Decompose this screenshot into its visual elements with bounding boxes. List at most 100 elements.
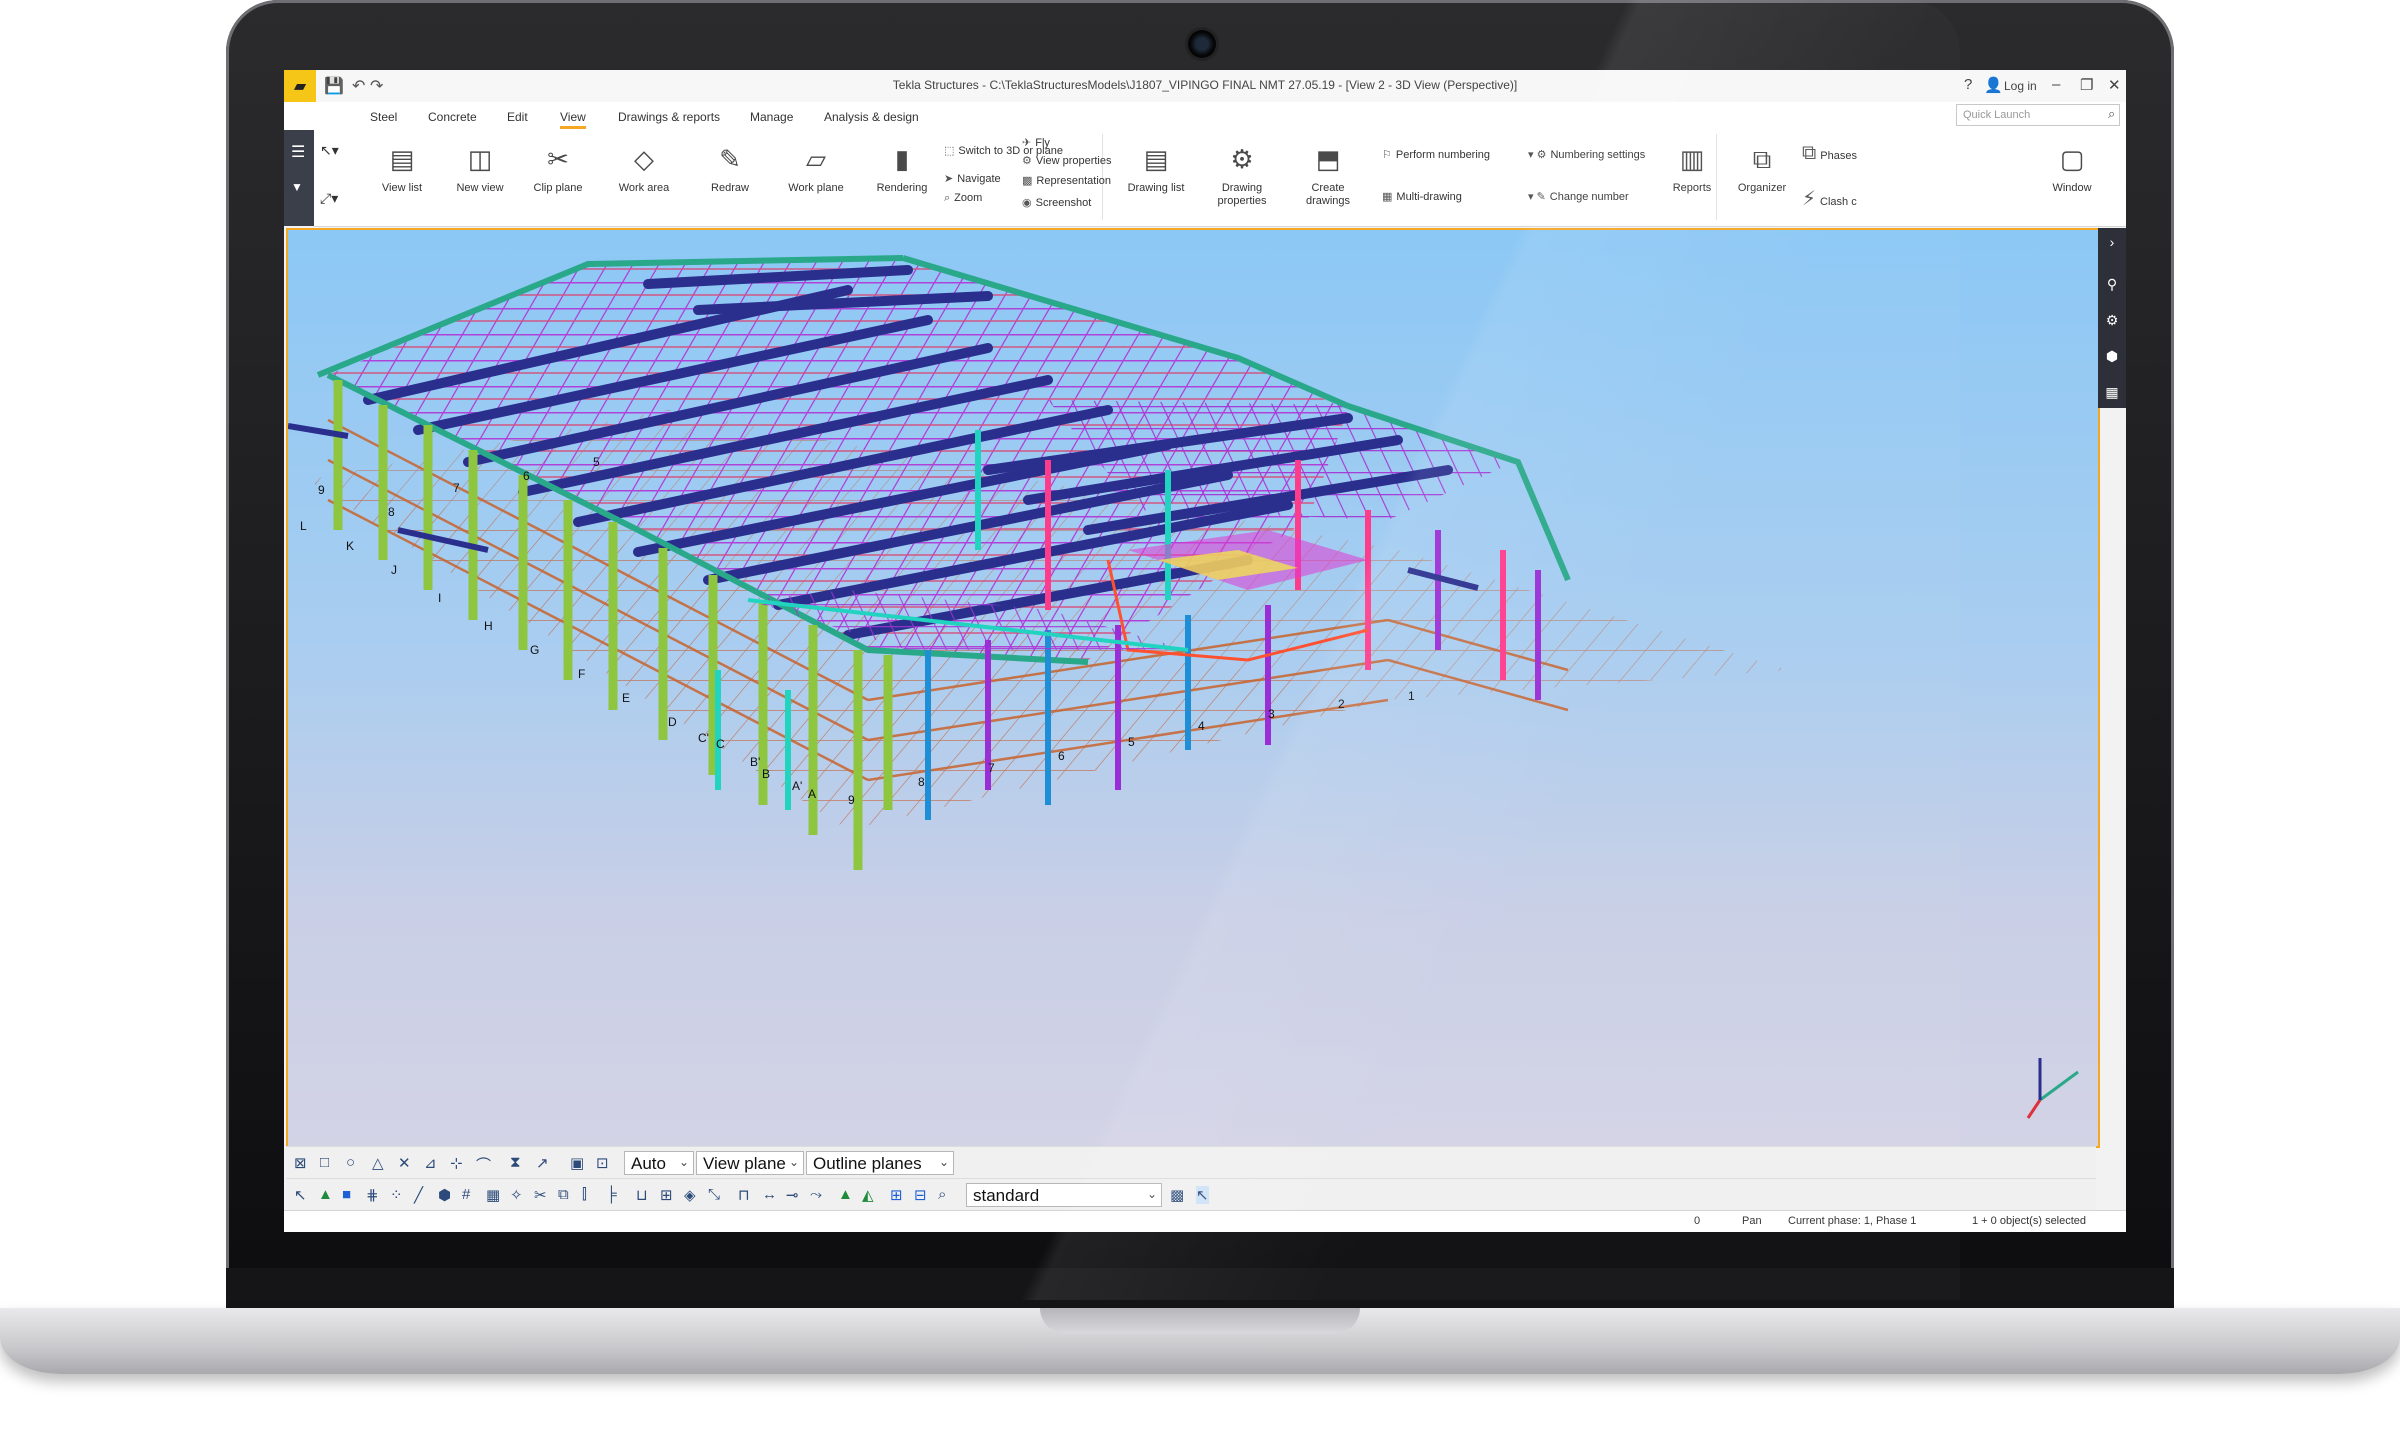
user-icon[interactable]: 👤 [1984, 76, 2003, 94]
tab-analysis-design[interactable]: Analysis & design [824, 110, 919, 124]
select-bolts-icon[interactable]: ⫿ [582, 1186, 587, 1203]
chevron-right-icon[interactable]: › [2098, 234, 2126, 250]
snap-arrow-icon[interactable]: ⤢▾ [320, 190, 338, 207]
snap-geometry-icon[interactable]: ⊡ [596, 1154, 609, 1172]
work-plane-button[interactable]: ▱ Work plane [776, 134, 856, 195]
zoom-button[interactable]: ⌕ Zoom [944, 192, 982, 205]
clip-plane-button[interactable]: ✂ Clip plane [518, 134, 598, 195]
tab-view[interactable]: View [560, 110, 586, 129]
select-connection-icon[interactable]: ⊞ [660, 1186, 673, 1204]
select-group-icon[interactable]: ⊟ [914, 1186, 927, 1204]
numbering-settings-button[interactable]: ▾ ⚙ Numbering settings [1528, 148, 1645, 161]
select-assemblies-icon[interactable]: ▲ [838, 1186, 853, 1203]
select-welds-icon[interactable]: ✧ [510, 1186, 523, 1204]
drawing-list-button[interactable]: ▤ Drawing list [1116, 134, 1196, 195]
tab-drawings-reports[interactable]: Drawings & reports [618, 110, 720, 124]
3d-viewport[interactable]: L K J I H G F E D C' C B' B A' A 9 8 7 6… [286, 228, 2100, 1148]
menu-icon[interactable]: ☰ [291, 142, 305, 162]
selection-filter-select[interactable]: standard ⌄ [966, 1183, 1162, 1207]
create-drawings-button[interactable]: ⬒ Create drawings [1288, 134, 1368, 208]
structure-model[interactable]: L K J I H G F E D C' C B' B A' A 9 8 7 6… [288, 230, 2098, 1146]
select-points-icon[interactable]: ⁘ [390, 1186, 403, 1204]
screenshot-button[interactable]: ◉ Screenshot [1022, 196, 1091, 209]
perform-numbering-button[interactable]: ⚐ Perform numbering [1382, 148, 1490, 161]
redraw-icon: ✎ [719, 144, 741, 174]
pointer-mode-icon[interactable]: ↖ [1196, 1186, 1209, 1204]
snap-midpoint-icon[interactable]: ⧗ [510, 1154, 521, 1171]
snap-plane-select[interactable]: View plane ⌄ [696, 1151, 804, 1175]
snap-circle-icon[interactable]: ○ [346, 1154, 355, 1171]
grid-icon[interactable]: ▦ [2098, 384, 2126, 401]
select-all-icon[interactable]: ↖ [294, 1186, 307, 1204]
search-icon[interactable]: ⌕ [2108, 106, 2115, 122]
select-surfaces-icon[interactable]: ■ [342, 1186, 351, 1203]
tab-manage[interactable]: Manage [750, 110, 793, 124]
rendering-button[interactable]: ▮ Rendering [862, 134, 942, 195]
view-list-button[interactable]: ▤ View list [362, 134, 442, 195]
redraw-button[interactable]: ✎ Redraw [690, 134, 770, 195]
select-span-icon[interactable]: ↔ [762, 1186, 777, 1203]
window-title: Tekla Structures - C:\TeklaStructuresMod… [892, 78, 1518, 92]
select-grid-square-icon[interactable]: ⊞ [890, 1186, 903, 1204]
snap-settings-icon[interactable]: ⚲ [2098, 276, 2126, 293]
snap-free-icon[interactable]: ↗ [536, 1154, 549, 1172]
outline-planes-select[interactable]: Outline planes ⌄ [806, 1151, 954, 1175]
reports-button[interactable]: ▥ Reports [1652, 134, 1732, 195]
side-panel-toggle[interactable]: ☰ ▼ [284, 130, 314, 226]
change-number-button[interactable]: ▾ ✎ Change number [1528, 190, 1629, 203]
select-grid-icon[interactable]: ⋕ [366, 1186, 379, 1204]
select-grid-lines-icon[interactable]: # [462, 1186, 470, 1203]
representation-button[interactable]: ▩ Representation [1022, 174, 1111, 187]
select-cuts-icon[interactable]: ✂ [534, 1186, 547, 1204]
select-assembly-icon[interactable]: ⊔ [636, 1186, 648, 1204]
select-frame-icon[interactable]: ⊓ [738, 1186, 750, 1204]
view-properties-button[interactable]: ⚙ View properties [1022, 154, 1112, 167]
cube-icon[interactable]: ⬢ [2098, 348, 2126, 365]
select-components-icon[interactable]: ⬢ [438, 1186, 451, 1204]
snap-square-icon[interactable]: □ [320, 1154, 329, 1171]
select-lines-icon[interactable]: ╱ [414, 1186, 423, 1204]
phases-button[interactable]: ⧉ Phases [1802, 142, 1857, 165]
snap-perpendicular-icon[interactable]: ⊿ [424, 1154, 437, 1172]
snap-triangle-icon[interactable]: △ [372, 1154, 384, 1172]
work-area-button[interactable]: ◇ Work area [604, 134, 684, 195]
snap-tangent-icon[interactable]: ⌒ [476, 1154, 491, 1175]
clash-check-button[interactable]: ⚡ Clash c [1802, 186, 1857, 211]
chevron-down-icon: ⌄ [678, 1155, 689, 1169]
select-parts-icon[interactable]: ▲ [318, 1186, 333, 1203]
quick-launch-input[interactable]: Quick Launch [1956, 104, 2120, 126]
maximize-button[interactable]: ❐ [2080, 76, 2093, 94]
organizer-button[interactable]: ⧉ Organizer [1722, 134, 1802, 195]
help-icon[interactable]: ? [1964, 76, 1972, 93]
snap-box-icon[interactable]: ⊠ [294, 1154, 307, 1172]
new-view-button[interactable]: ◫ New view [440, 134, 520, 195]
select-nested-icon[interactable]: ⤡ [708, 1186, 720, 1203]
select-objects-in-assemblies-icon[interactable]: ◭ [862, 1186, 874, 1204]
snap-object-icon[interactable]: ▣ [570, 1154, 584, 1172]
multi-drawing-button[interactable]: ▦ Multi-drawing [1382, 190, 1462, 203]
select-query-icon[interactable]: ⌕ [938, 1186, 946, 1203]
tab-edit[interactable]: Edit [507, 110, 528, 124]
snap-depth-select[interactable]: Auto ⌄ [624, 1151, 694, 1175]
select-views-icon[interactable]: ⧉ [558, 1186, 569, 1203]
tab-steel[interactable]: Steel [370, 110, 397, 124]
select-reinforcement-icon[interactable]: ▦ [486, 1186, 500, 1204]
select-layers-icon[interactable]: ◈ [684, 1186, 696, 1204]
select-node-icon[interactable]: ⊸ [786, 1186, 799, 1204]
select-arrow-icon[interactable]: ↖▾ [320, 142, 339, 159]
fly-button[interactable]: ✈ Fly [1022, 136, 1050, 149]
snap-cross-icon[interactable]: ✕ [398, 1154, 411, 1172]
close-button[interactable]: ✕ [2108, 76, 2121, 94]
minimize-button[interactable]: – [2052, 76, 2060, 93]
gear-icon[interactable]: ⚙ [2098, 312, 2126, 329]
select-bolt-group-icon[interactable]: ╞ [606, 1186, 617, 1203]
snap-extension-icon[interactable]: ⊹ [450, 1154, 463, 1172]
select-loads-icon[interactable]: ⤳ [810, 1186, 822, 1203]
navigate-button[interactable]: ➤ Navigate [944, 172, 1001, 185]
chevron-down-icon[interactable]: ▼ [291, 180, 303, 194]
window-button[interactable]: ▢ Window [2032, 134, 2112, 195]
login-link[interactable]: Log in [2004, 79, 2037, 93]
filter-settings-icon[interactable]: ▩ [1170, 1186, 1184, 1204]
tab-concrete[interactable]: Concrete [428, 110, 477, 124]
drawing-properties-button[interactable]: ⚙ Drawing properties [1202, 134, 1282, 208]
